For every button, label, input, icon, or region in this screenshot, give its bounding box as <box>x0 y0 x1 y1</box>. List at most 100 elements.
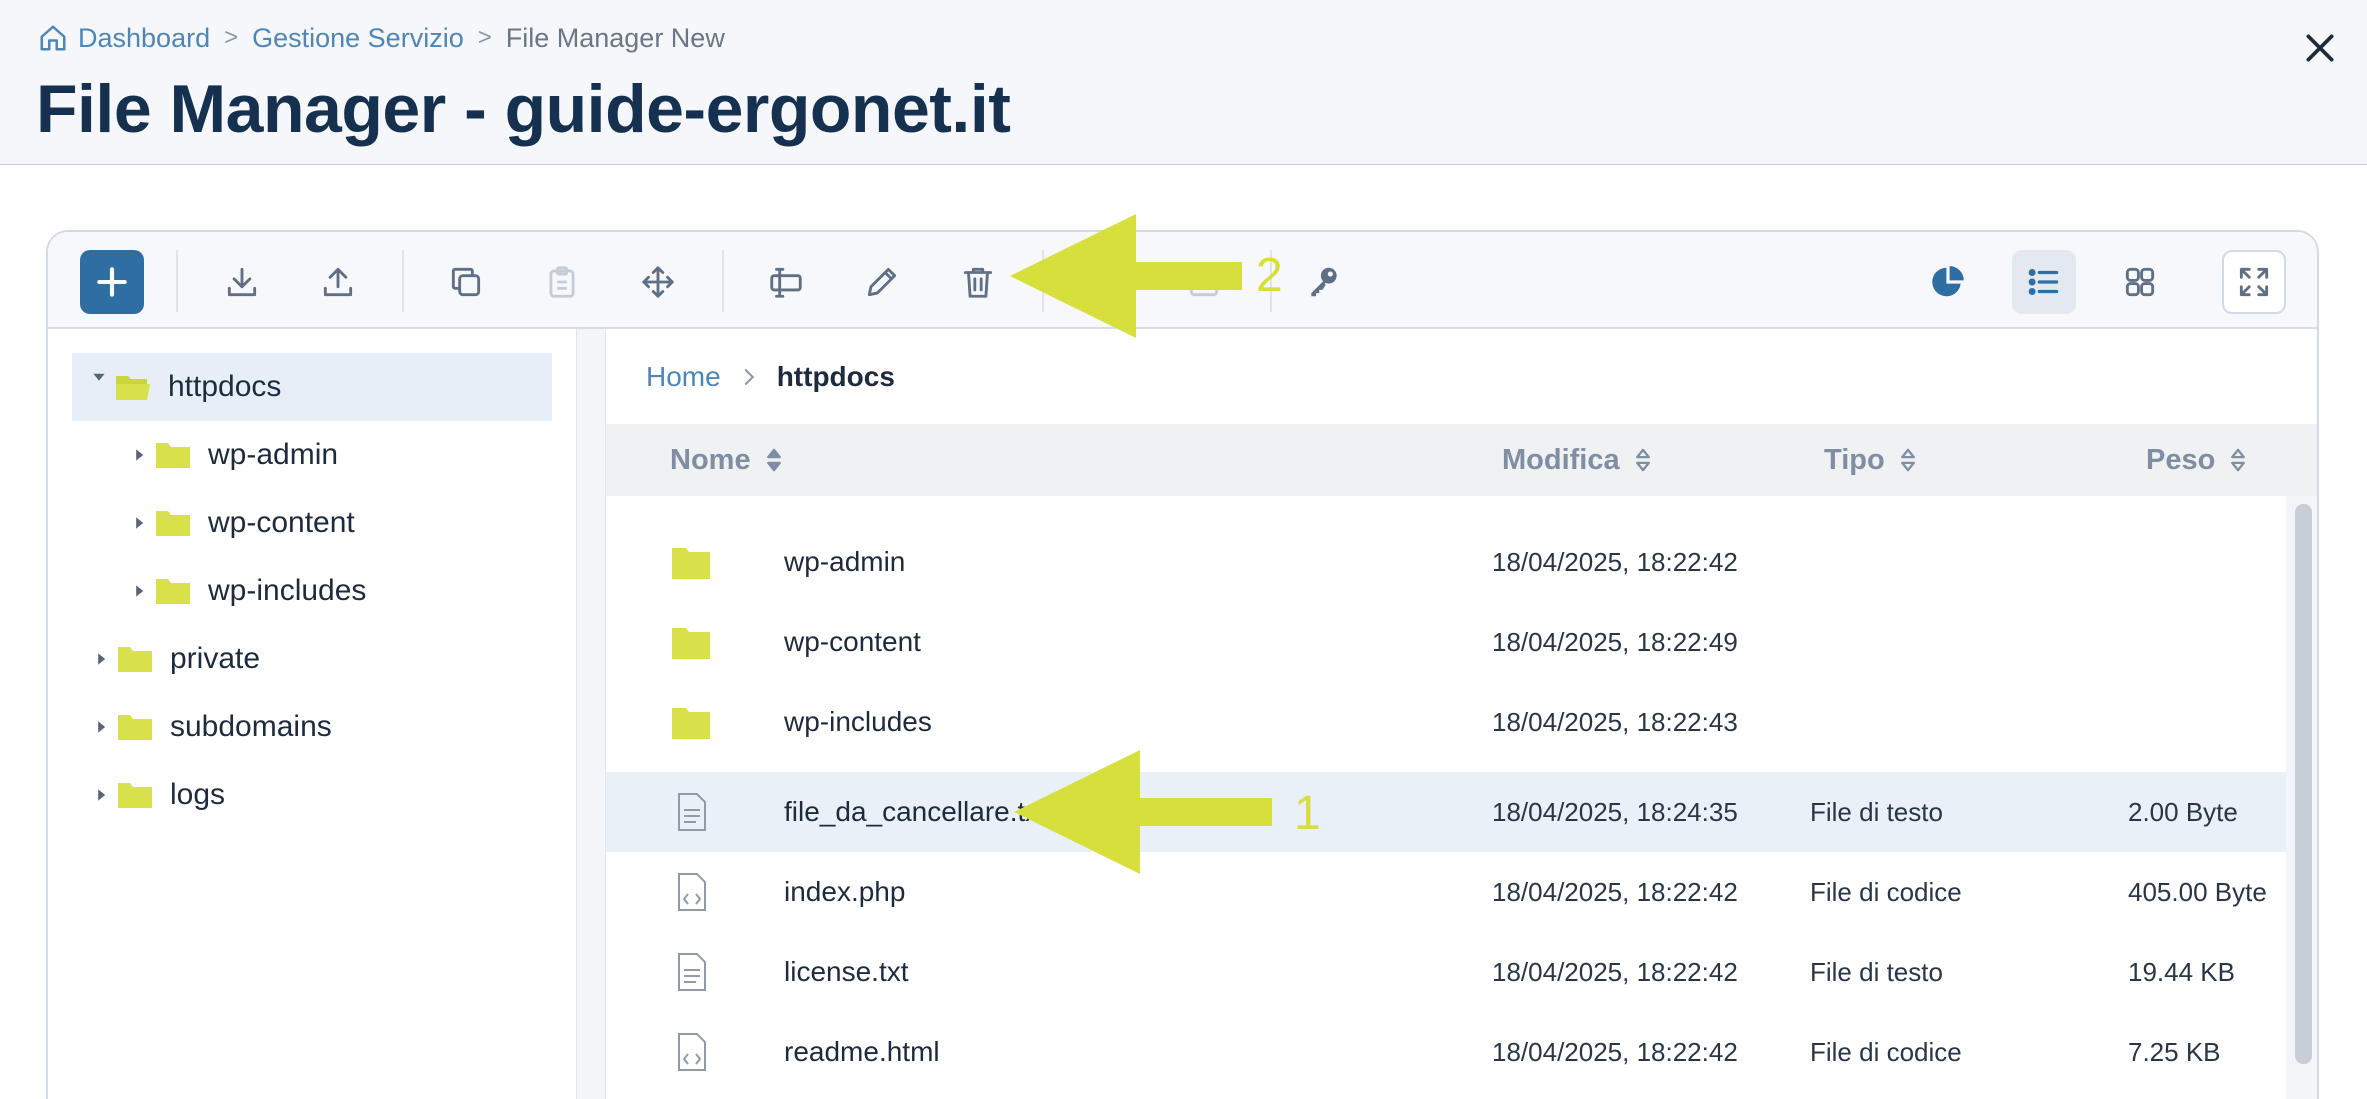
edit-button[interactable] <box>850 250 914 314</box>
code-file-icon <box>678 873 706 911</box>
column-type-label: Tipo <box>1824 443 1885 476</box>
fullscreen-button[interactable] <box>2222 250 2286 314</box>
file-row-selected[interactable]: file_da_cancellare.txt 18/04/2025, 18:24… <box>606 772 2286 852</box>
tree-item-label: private <box>170 642 261 675</box>
tree-item-logs[interactable]: logs <box>94 761 225 829</box>
folder-icon <box>118 715 152 740</box>
upload-button[interactable] <box>306 250 370 314</box>
toolbar-divider <box>722 250 724 312</box>
tree-item-wp-content[interactable]: wp-content <box>132 489 355 557</box>
file-row[interactable]: wp-includes 18/04/2025, 18:22:43 <box>606 682 2286 762</box>
annotation-label-2: 2 <box>1256 249 1283 302</box>
sort-icon <box>1900 448 1915 472</box>
file-type: File di codice <box>1810 1036 1962 1067</box>
tree-item-wp-admin[interactable]: wp-admin <box>132 421 338 489</box>
move-icon <box>642 266 674 298</box>
file-row[interactable]: license.txt 18/04/2025, 18:22:42 File di… <box>606 932 2286 1012</box>
toolbar-divider <box>176 250 178 312</box>
file-type: File di codice <box>1810 876 1962 907</box>
scrollbar-thumb[interactable] <box>2295 504 2312 1064</box>
edit-icon <box>867 267 897 297</box>
file-name: file_da_cancellare.txt <box>784 796 1048 827</box>
file-size: 405.00 Byte <box>2128 876 2267 907</box>
file-row[interactable]: wp-content 18/04/2025, 18:22:49 <box>606 602 2286 682</box>
tree-item-subdomains[interactable]: subdomains <box>94 693 332 761</box>
file-size: 19.44 KB <box>2128 956 2235 987</box>
path-current: httpdocs <box>776 360 895 392</box>
close-icon[interactable] <box>2300 28 2340 68</box>
upload-icon <box>323 267 353 297</box>
copy-icon <box>451 267 481 297</box>
text-file-icon <box>678 953 706 991</box>
sort-icon <box>1635 448 1650 472</box>
file-size: 2.00 Byte <box>2128 796 2238 827</box>
move-button[interactable] <box>626 250 690 314</box>
caret-right-icon[interactable] <box>132 516 146 530</box>
tree-item-wp-includes[interactable]: wp-includes <box>132 557 366 625</box>
caret-right-icon[interactable] <box>132 584 146 598</box>
tree-item-label: wp-content <box>208 506 355 539</box>
tree-item-label: httpdocs <box>168 370 282 403</box>
download-button[interactable] <box>210 250 274 314</box>
path-breadcrumb: Home httpdocs <box>606 329 2317 424</box>
chevron-right-icon <box>744 368 754 385</box>
copy-button[interactable] <box>434 250 498 314</box>
page-header: Dashboard > Gestione Servizio > File Man… <box>0 0 2367 165</box>
column-modified-label: Modifica <box>1502 443 1620 476</box>
file-type: File di testo <box>1810 956 1943 987</box>
delete-button[interactable] <box>946 250 1010 314</box>
breadcrumb-dashboard[interactable]: Dashboard <box>78 23 210 54</box>
file-size: 7.25 KB <box>2128 1036 2221 1067</box>
home-icon[interactable] <box>38 23 68 53</box>
file-name: readme.html <box>784 1036 940 1067</box>
path-home-link[interactable]: Home <box>646 361 721 393</box>
tree-scrollbar[interactable] <box>576 329 606 1099</box>
file-modified: 18/04/2025, 18:24:35 <box>1492 796 1738 827</box>
toolbar-divider <box>402 250 404 312</box>
tree-item-label: wp-admin <box>208 438 339 471</box>
caret-right-icon[interactable] <box>132 448 146 462</box>
file-row[interactable]: readme.html 18/04/2025, 18:22:42 File di… <box>606 1012 2286 1092</box>
file-name: wp-content <box>784 626 921 657</box>
add-button[interactable] <box>80 250 144 314</box>
delete-icon <box>963 267 993 298</box>
list-view-button[interactable] <box>2012 250 2076 314</box>
breadcrumb-gestione-servizio[interactable]: Gestione Servizio <box>252 23 464 54</box>
annotation-arrow-2 <box>1010 214 1242 338</box>
rename-button[interactable] <box>754 250 818 314</box>
caret-right-icon[interactable] <box>94 652 108 666</box>
tree-item-label: logs <box>170 778 226 811</box>
column-name[interactable]: Nome <box>670 424 783 496</box>
file-row[interactable]: wp-admin 18/04/2025, 18:22:42 <box>606 522 2286 602</box>
page-title: File Manager - guide-ergonet.it <box>36 71 1011 147</box>
folder-icon <box>118 647 152 672</box>
breadcrumb-current: File Manager New <box>505 22 725 53</box>
folder-icon <box>156 443 190 468</box>
file-modified: 18/04/2025, 18:22:42 <box>1492 956 1738 987</box>
file-list-panel: Home httpdocs Nome Modifica Tipo Peso wp… <box>606 329 2317 1099</box>
tree-item-private[interactable]: private <box>94 625 260 693</box>
disk-usage-button[interactable] <box>1916 250 1980 314</box>
permissions-key-icon <box>1311 267 1337 297</box>
grid-view-icon <box>2125 267 2155 297</box>
add-icon <box>97 267 127 297</box>
tree-item-label: wp-includes <box>208 574 367 607</box>
file-name: index.php <box>784 876 906 907</box>
permissions-button[interactable] <box>1292 250 1356 314</box>
file-row[interactable]: index.php 18/04/2025, 18:22:42 File di c… <box>606 852 2286 932</box>
file-list-scrollbar[interactable] <box>2286 496 2317 1099</box>
caret-right-icon[interactable] <box>94 788 108 802</box>
file-name: wp-admin <box>784 546 906 577</box>
paste-icon <box>549 266 575 298</box>
column-type[interactable]: Tipo <box>1824 424 1917 496</box>
text-file-icon <box>678 793 706 831</box>
folder-icon <box>672 548 710 579</box>
folder-icon <box>156 511 190 536</box>
column-size[interactable]: Peso <box>2146 424 2247 496</box>
caret-right-icon[interactable] <box>94 720 108 734</box>
grid-view-button[interactable] <box>2108 250 2172 314</box>
column-modified[interactable]: Modifica <box>1502 424 1652 496</box>
caret-down-icon[interactable] <box>92 371 106 385</box>
paste-button[interactable] <box>530 250 594 314</box>
tree-item-httpdocs[interactable]: httpdocs <box>72 353 552 421</box>
